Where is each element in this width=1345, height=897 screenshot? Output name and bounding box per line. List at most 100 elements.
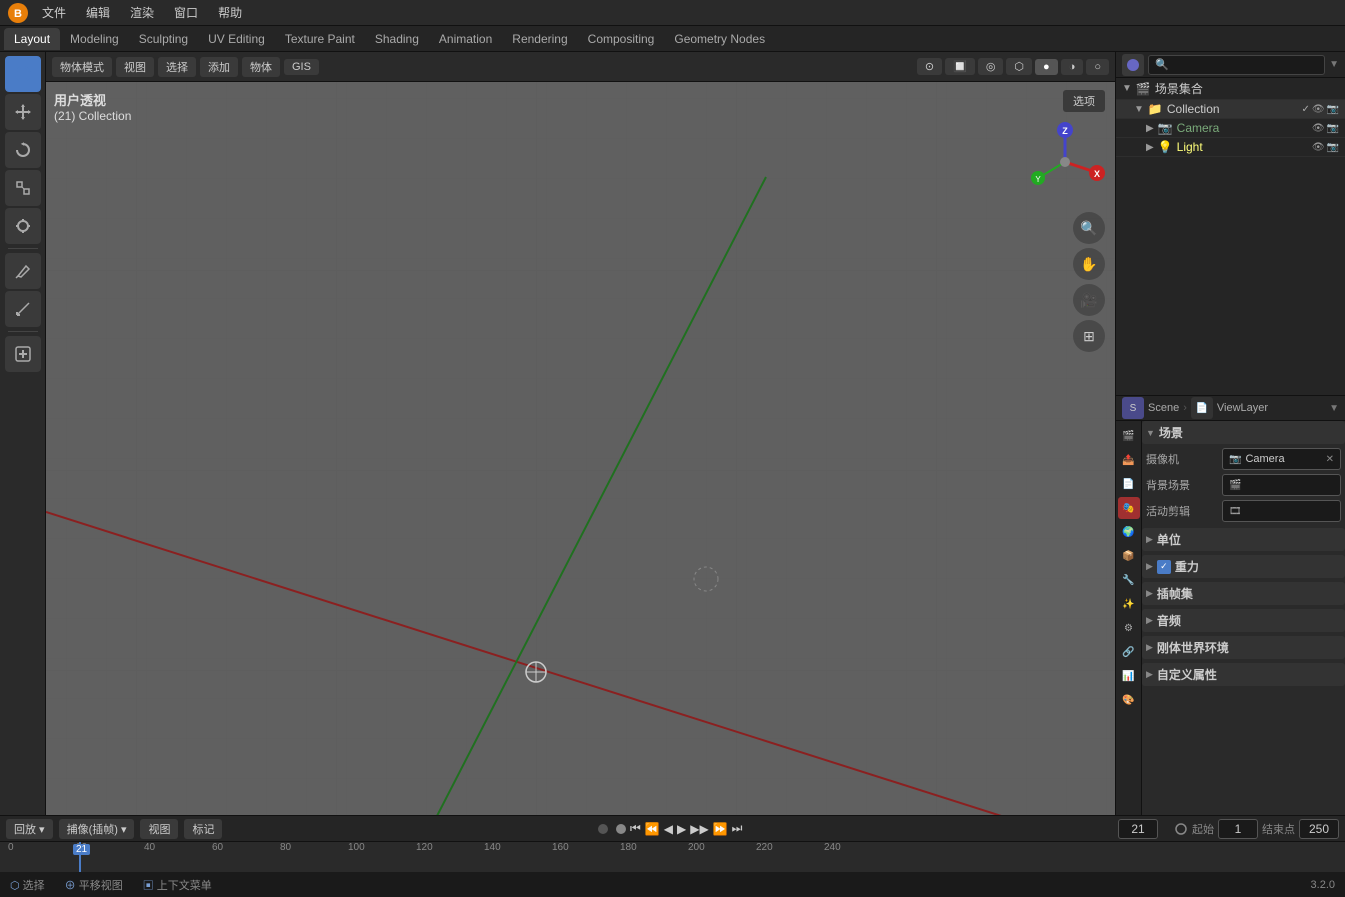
props-viewlayer-icon[interactable]: 📄 (1191, 397, 1213, 419)
bg-scene-field[interactable]: 🎬 (1222, 474, 1341, 496)
viewport-proportional-edit[interactable]: ⊙ (917, 58, 942, 75)
timeline-track[interactable]: 0 20 40 60 80 100 120 140 160 180 200 22… (8, 842, 1337, 872)
start-frame-display[interactable]: 1 (1218, 819, 1258, 839)
nav-zoom-in[interactable]: 🔍 (1073, 212, 1105, 244)
collection-visibility-icon[interactable]: ✓ (1301, 104, 1309, 115)
viewport-shading-rendered[interactable]: ○ (1086, 59, 1109, 75)
units-section-header[interactable]: ▶ 单位 (1142, 528, 1345, 551)
viewport-snap[interactable]: 🔲 (945, 58, 975, 75)
side-tab-output[interactable]: 📤 (1118, 449, 1140, 471)
side-tab-particles[interactable]: ✨ (1118, 593, 1140, 615)
menu-file[interactable]: 文件 (36, 2, 72, 23)
light-render-icon[interactable]: 📷 (1327, 142, 1339, 153)
timeline-capture-btn[interactable]: 捕像(插帧) ▾ (59, 819, 135, 839)
props-panel-options[interactable]: ▼ (1329, 403, 1339, 414)
bg-scene-row: 背景场景 🎬 (1142, 472, 1345, 498)
viewport-shading-material[interactable]: ◑ (1061, 59, 1084, 75)
custom-props-section-header[interactable]: ▶ 自定义属性 (1142, 663, 1345, 686)
tab-rendering[interactable]: Rendering (502, 28, 577, 50)
camera-visibility-icon[interactable]: 👁 (1312, 123, 1325, 134)
panel-search-input[interactable] (1148, 55, 1325, 75)
play-prev-frame[interactable]: ⏪ (645, 822, 660, 836)
tab-sculpting[interactable]: Sculpting (129, 28, 198, 50)
play-jump-start[interactable]: ⏮ (630, 821, 641, 836)
tab-animation[interactable]: Animation (429, 28, 502, 50)
gravity-section-header[interactable]: ▶ ✓ 重力 (1142, 555, 1345, 578)
rigid-world-section-header[interactable]: ▶ 刚体世界环境 (1142, 636, 1345, 659)
side-tab-modifier[interactable]: 🔧 (1118, 569, 1140, 591)
tab-uv-editing[interactable]: UV Editing (198, 28, 275, 50)
play-jump-end[interactable]: ⏭ (732, 821, 743, 836)
side-tab-scene[interactable]: 🎭 (1118, 497, 1140, 519)
current-frame-display[interactable]: 21 (1118, 819, 1158, 839)
panel-filter[interactable]: ▼ (1329, 59, 1339, 70)
viewport-shading-solid[interactable]: ● (1035, 59, 1058, 75)
tool-transform[interactable] (5, 208, 41, 244)
viewport-object-menu[interactable]: 物体 (242, 57, 280, 77)
props-scene-icon[interactable]: S (1122, 397, 1144, 419)
viewport-canvas[interactable]: 用户透视 (21) Collection 选项 Z X (46, 82, 1115, 815)
viewport-overlay[interactable]: ◎ (978, 58, 1004, 75)
tool-add[interactable] (5, 336, 41, 372)
side-tab-world[interactable]: 🌍 (1118, 521, 1140, 543)
side-tab-material[interactable]: 🎨 (1118, 689, 1140, 711)
menu-render[interactable]: 渲染 (124, 2, 160, 23)
tool-measure[interactable] (5, 291, 41, 327)
viewport-view-menu[interactable]: 视图 (116, 57, 154, 77)
tab-geometry-nodes[interactable]: Geometry Nodes (664, 28, 775, 50)
viewport-add-menu[interactable]: 添加 (200, 57, 238, 77)
camera-field[interactable]: 📷 Camera ✕ (1222, 448, 1341, 470)
tool-rotate[interactable] (5, 132, 41, 168)
keyframes-section-header[interactable]: ▶ 插帧集 (1142, 582, 1345, 605)
side-tab-data[interactable]: 📊 (1118, 665, 1140, 687)
side-tab-object[interactable]: 📦 (1118, 545, 1140, 567)
viewport-mode-selector[interactable]: 物体模式 (52, 57, 112, 77)
side-tab-physics[interactable]: ⚙ (1118, 617, 1140, 639)
nav-pan[interactable]: ✋ (1073, 248, 1105, 280)
menu-help[interactable]: 帮助 (212, 2, 248, 23)
timeline-view-btn[interactable]: 视图 (140, 819, 178, 839)
nav-camera-view[interactable]: 🎥 (1073, 284, 1105, 316)
viewport-select-menu[interactable]: 选择 (158, 57, 196, 77)
outliner-scene-collection[interactable]: ▼ 🎬 场景集合 (1116, 78, 1345, 100)
tab-texture-paint[interactable]: Texture Paint (275, 28, 365, 50)
light-visibility-icon[interactable]: 👁 (1312, 142, 1325, 153)
play-button[interactable]: ▶ (677, 822, 686, 836)
tab-layout[interactable]: Layout (4, 28, 60, 50)
outliner-light[interactable]: ▶ 💡 Light 👁 📷 (1116, 138, 1345, 157)
side-tab-constraints[interactable]: 🔗 (1118, 641, 1140, 663)
camera-render-icon[interactable]: 📷 (1327, 123, 1339, 134)
gravity-checkbox[interactable]: ✓ (1157, 560, 1171, 574)
outliner-collection[interactable]: ▼ 📁 Collection ✓ 👁 📷 (1116, 100, 1345, 119)
timeline-mark-btn[interactable]: 标记 (184, 819, 222, 839)
tool-cursor[interactable] (5, 56, 41, 92)
scene-section-header[interactable]: ▼ 场景 (1142, 421, 1345, 444)
collection-eye-icon[interactable]: 👁 (1312, 104, 1325, 115)
tool-scale[interactable] (5, 170, 41, 206)
side-tab-render[interactable]: 🎬 (1118, 425, 1140, 447)
tab-modeling[interactable]: Modeling (60, 28, 129, 50)
outliner-camera[interactable]: ▶ 📷 Camera 👁 📷 (1116, 119, 1345, 138)
play-next-keyframe[interactable]: ▶▶ (690, 822, 708, 836)
camera-clear-icon[interactable]: ✕ (1326, 454, 1334, 465)
tool-move[interactable] (5, 94, 41, 130)
play-prev-keyframe[interactable]: ◀ (664, 822, 673, 836)
end-frame-display[interactable]: 250 (1299, 819, 1339, 839)
menu-window[interactable]: 窗口 (168, 2, 204, 23)
nav-grid[interactable]: ⊞ (1073, 320, 1105, 352)
viewport-xray[interactable]: ⬡ (1006, 58, 1032, 75)
tab-shading[interactable]: Shading (365, 28, 429, 50)
gravity-checkbox-container[interactable]: ✓ (1157, 560, 1171, 574)
collection-render-icon[interactable]: 📷 (1327, 104, 1339, 115)
audio-section-header[interactable]: ▶ 音频 (1142, 609, 1345, 632)
side-tab-viewlayer[interactable]: 📄 (1118, 473, 1140, 495)
timeline-playback-btn[interactable]: 回放 ▾ (6, 819, 53, 839)
viewport-gis-menu[interactable]: GIS (284, 59, 319, 75)
options-button[interactable]: 选项 (1063, 90, 1105, 112)
tab-compositing[interactable]: Compositing (578, 28, 665, 50)
timeline-body[interactable]: 0 20 40 60 80 100 120 140 160 180 200 22… (0, 842, 1345, 872)
active-clip-field[interactable]: 🎞 (1222, 500, 1341, 522)
play-next-frame[interactable]: ⏩ (713, 822, 728, 836)
menu-edit[interactable]: 编辑 (80, 2, 116, 23)
tool-annotate[interactable] (5, 253, 41, 289)
